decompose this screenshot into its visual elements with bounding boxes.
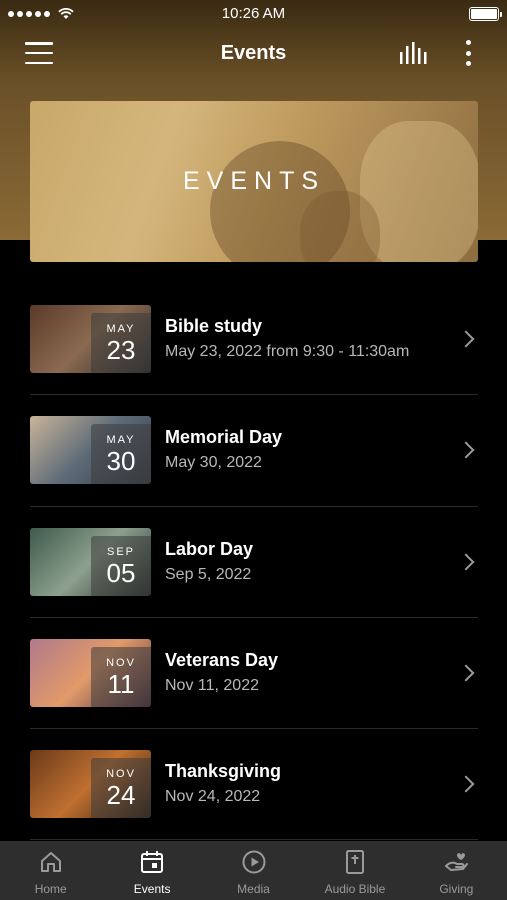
event-date-badge: MAY 23 xyxy=(91,313,151,374)
tab-home[interactable]: Home xyxy=(0,841,101,900)
tab-audio-bible[interactable]: Audio Bible xyxy=(304,841,405,900)
tab-label: Events xyxy=(133,882,171,896)
tab-giving[interactable]: Giving xyxy=(406,841,507,900)
giving-icon xyxy=(445,853,469,871)
nav-bar: Events xyxy=(0,28,507,78)
event-date-badge: NOV 11 xyxy=(91,647,151,708)
event-day: 11 xyxy=(107,669,135,700)
event-day: 24 xyxy=(106,780,136,811)
bible-icon xyxy=(345,850,364,874)
event-date: Sep 5, 2022 xyxy=(165,565,252,583)
event-thumbnail: MAY 30 xyxy=(30,416,151,485)
tab-events[interactable]: Events xyxy=(101,841,202,900)
tab-label: Audio Bible xyxy=(324,882,386,896)
tab-bar: Home Events Media Audio Bible Giving xyxy=(0,841,507,900)
event-month: NOV xyxy=(106,657,136,670)
event-date: May 30, 2022 xyxy=(165,454,262,472)
event-thumbnail: NOV 11 xyxy=(30,639,151,708)
event-thumbnail: SEP 05 xyxy=(30,527,151,596)
event-thumbnail: NOV 24 xyxy=(30,750,151,819)
event-date: Nov 24, 2022 xyxy=(165,788,261,806)
event-title: Bible study xyxy=(165,316,263,337)
event-date-badge: NOV 24 xyxy=(91,758,151,819)
tab-label: Media xyxy=(237,882,270,896)
more-options-icon[interactable] xyxy=(462,40,474,66)
event-month: NOV xyxy=(106,768,136,781)
event-title: Memorial Day xyxy=(165,427,283,448)
audio-bars-icon[interactable] xyxy=(398,40,430,66)
tab-label: Home xyxy=(34,882,67,896)
home-icon xyxy=(40,852,61,872)
event-month: MAY xyxy=(106,323,136,336)
event-title: Labor Day xyxy=(165,538,254,559)
calendar-icon xyxy=(141,851,164,873)
play-icon xyxy=(242,850,266,874)
battery-icon xyxy=(469,7,502,21)
tab-media[interactable]: Media xyxy=(203,841,304,900)
event-row[interactable]: NOV 11 Veterans Day Nov 11, 2022 xyxy=(30,618,478,730)
event-thumbnail: MAY 23 xyxy=(30,305,151,374)
menu-button[interactable] xyxy=(25,42,53,64)
event-month: SEP xyxy=(106,545,135,558)
event-day: 05 xyxy=(106,557,136,588)
event-date-badge: MAY 30 xyxy=(91,424,151,485)
status-bar: 10:26 AM xyxy=(0,0,507,28)
page-title: Events xyxy=(220,41,287,64)
event-day: 23 xyxy=(106,335,136,366)
event-row[interactable]: MAY 23 Bible study May 23, 2022 from 9:3… xyxy=(30,284,478,396)
banner-title: EVENTS xyxy=(182,167,326,195)
event-date: May 23, 2022 from 9:30 - 11:30am xyxy=(165,343,410,361)
event-list: MAY 23 Bible study May 23, 2022 from 9:3… xyxy=(30,284,478,841)
events-banner: EVENTS xyxy=(30,101,478,262)
event-row[interactable]: NOV 24 Thanksgiving Nov 24, 2022 xyxy=(30,729,478,841)
event-date: Nov 11, 2022 xyxy=(165,677,259,695)
event-row[interactable]: MAY 30 Memorial Day May 30, 2022 xyxy=(30,395,478,507)
event-date-badge: SEP 05 xyxy=(91,535,151,596)
tab-label: Giving xyxy=(439,882,474,896)
event-title: Veterans Day xyxy=(165,650,279,671)
event-month: MAY xyxy=(106,434,136,447)
status-time: 10:26 AM xyxy=(221,5,286,22)
event-row[interactable]: SEP 05 Labor Day Sep 5, 2022 xyxy=(30,507,478,618)
event-day: 30 xyxy=(106,446,136,477)
event-title: Thanksgiving xyxy=(165,761,282,782)
